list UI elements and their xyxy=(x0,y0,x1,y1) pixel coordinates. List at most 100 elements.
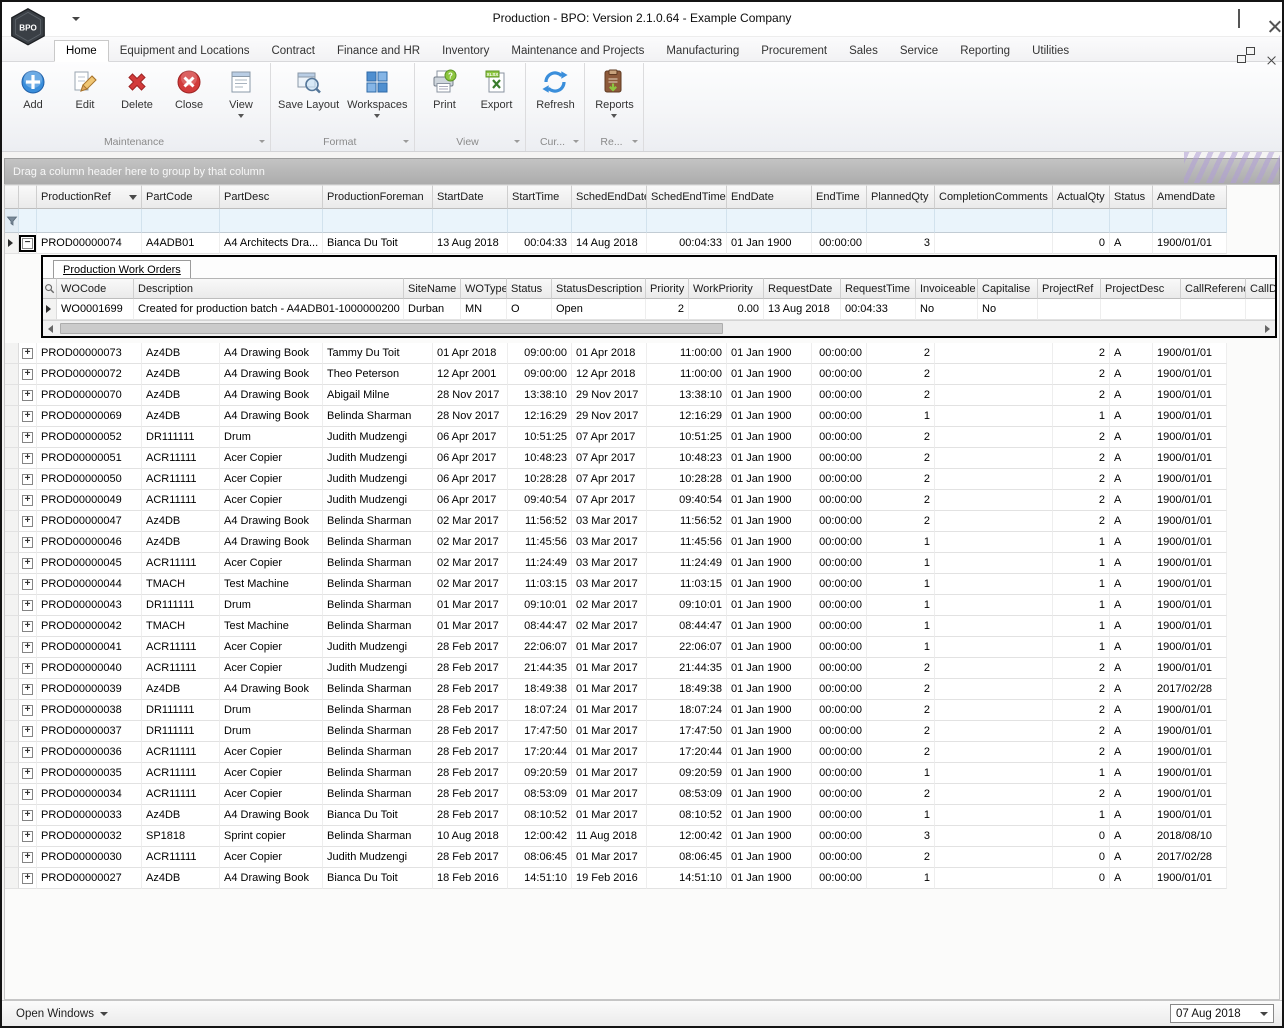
detail-column-priority[interactable]: Priority xyxy=(646,278,689,299)
grid-cell[interactable]: A4 Drawing Book xyxy=(220,532,323,553)
grid-cell[interactable]: 28 Nov 2017 xyxy=(433,406,508,427)
column-header-startdate[interactable]: StartDate xyxy=(433,185,508,209)
table-row[interactable]: +PROD00000046Az4DBA4 Drawing BookBelinda… xyxy=(5,532,1227,553)
detail-column-wocode[interactable]: WOCode xyxy=(57,278,134,299)
grid-cell[interactable]: 00:00:00 xyxy=(812,364,867,385)
column-header-amenddate[interactable]: AmendDate xyxy=(1153,185,1227,209)
grid-cell[interactable]: 00:04:33 xyxy=(508,233,572,254)
expand-row-button[interactable]: + xyxy=(22,642,33,653)
grid-cell[interactable]: Judith Mudzengi xyxy=(323,427,433,448)
grid-cell[interactable]: 08:06:45 xyxy=(508,847,572,868)
workspaces-button[interactable]: Workspaces xyxy=(343,63,411,118)
grid-cell[interactable]: 1 xyxy=(1053,553,1110,574)
grid-cell[interactable]: 1900/01/01 xyxy=(1153,385,1227,406)
column-header-partcode[interactable]: PartCode xyxy=(142,185,220,209)
tab-sales[interactable]: Sales xyxy=(838,41,889,61)
grid-cell[interactable]: PROD00000027 xyxy=(37,868,142,889)
grid-cell[interactable]: 17:47:50 xyxy=(508,721,572,742)
grid-cell[interactable]: 07 Apr 2017 xyxy=(572,448,647,469)
table-row[interactable]: +PROD00000040ACR11111Acer CopierJudith M… xyxy=(5,658,1227,679)
view-button[interactable]: View xyxy=(215,63,267,118)
expand-row-button[interactable]: + xyxy=(22,537,33,548)
grid-cell[interactable]: 00:00:00 xyxy=(812,868,867,889)
tab-inventory[interactable]: Inventory xyxy=(431,41,500,61)
grid-cell[interactable]: 1900/01/01 xyxy=(1153,700,1227,721)
grid-cell[interactable]: 2 xyxy=(1053,679,1110,700)
grid-cell[interactable]: 00:00:00 xyxy=(812,595,867,616)
grid-cell[interactable]: 11:00:00 xyxy=(647,364,727,385)
expand-row-button[interactable]: + xyxy=(22,474,33,485)
grid-cell[interactable]: 01 Jan 1900 xyxy=(727,595,812,616)
grid-cell[interactable]: 13 Aug 2018 xyxy=(433,233,508,254)
grid-cell[interactable]: 3 xyxy=(867,233,935,254)
grid-cell[interactable]: A xyxy=(1110,637,1153,658)
grid-cell[interactable]: 0 xyxy=(1053,847,1110,868)
expand-row-button[interactable]: + xyxy=(22,852,33,863)
grid-cell[interactable]: Open xyxy=(552,299,646,320)
grid-cell[interactable]: 00:00:00 xyxy=(812,233,867,254)
grid-cell[interactable]: 01 Jan 1900 xyxy=(727,490,812,511)
grid-cell[interactable]: 2 xyxy=(867,679,935,700)
grid-cell[interactable]: Acer Copier xyxy=(220,490,323,511)
detail-search-cell[interactable] xyxy=(43,278,57,299)
grid-cell[interactable]: 09:10:01 xyxy=(508,595,572,616)
grid-cell[interactable]: 2 xyxy=(867,700,935,721)
grid-cell[interactable]: PROD00000039 xyxy=(37,679,142,700)
grid-cell[interactable]: PROD00000074 xyxy=(37,233,142,254)
grid-cell[interactable]: 29 Nov 2017 xyxy=(572,385,647,406)
grid-cell[interactable]: ACR11111 xyxy=(142,784,220,805)
grid-cell[interactable]: Belinda Sharman xyxy=(323,406,433,427)
grid-cell[interactable]: A xyxy=(1110,511,1153,532)
detail-column-description[interactable]: Description xyxy=(134,278,404,299)
tab-finance-and-hr[interactable]: Finance and HR xyxy=(326,41,431,61)
grid-cell[interactable]: A xyxy=(1110,826,1153,847)
grid-cell[interactable]: 28 Feb 2017 xyxy=(433,784,508,805)
grid-cell[interactable]: 1 xyxy=(867,616,935,637)
grid-cell[interactable]: A xyxy=(1110,616,1153,637)
grid-cell[interactable]: A4ADB01 xyxy=(142,233,220,254)
grid-cell[interactable]: 00:00:00 xyxy=(812,742,867,763)
grid-cell[interactable]: 01 Jan 1900 xyxy=(727,847,812,868)
grid-cell[interactable]: 2017/02/28 xyxy=(1153,847,1227,868)
table-row[interactable]: +PROD00000051ACR11111Acer CopierJudith M… xyxy=(5,448,1227,469)
grid-cell[interactable]: 01 Mar 2017 xyxy=(572,763,647,784)
grid-cell[interactable]: 02 Mar 2017 xyxy=(433,532,508,553)
grid-cell[interactable]: 03 Mar 2017 xyxy=(572,553,647,574)
grid-cell[interactable] xyxy=(935,637,1053,658)
grid-cell[interactable]: Az4DB xyxy=(142,805,220,826)
grid-cell[interactable]: A xyxy=(1110,742,1153,763)
grid-cell[interactable]: 11:45:56 xyxy=(508,532,572,553)
grid-cell[interactable]: 1900/01/01 xyxy=(1153,469,1227,490)
grid-cell[interactable]: 00:00:00 xyxy=(812,574,867,595)
column-header-productionforeman[interactable]: ProductionForeman xyxy=(323,185,433,209)
grid-cell[interactable]: A xyxy=(1110,721,1153,742)
grid-cell[interactable] xyxy=(935,364,1053,385)
grid-cell[interactable]: 01 Mar 2017 xyxy=(572,847,647,868)
group-options-icon[interactable] xyxy=(573,140,579,143)
grid-cell[interactable]: 02 Mar 2017 xyxy=(572,595,647,616)
grid-cell[interactable]: 2 xyxy=(867,742,935,763)
grid-cell[interactable]: 08:53:09 xyxy=(508,784,572,805)
grid-cell[interactable]: A xyxy=(1110,364,1153,385)
grid-cell[interactable]: 00:04:33 xyxy=(647,233,727,254)
grid-cell[interactable]: 01 Mar 2017 xyxy=(572,637,647,658)
column-header-enddate[interactable]: EndDate xyxy=(727,185,812,209)
grid-cell[interactable]: 19 Feb 2016 xyxy=(572,868,647,889)
grid-cell[interactable]: 2 xyxy=(867,469,935,490)
grid-cell[interactable]: 01 Mar 2017 xyxy=(572,658,647,679)
filter-cell[interactable] xyxy=(142,209,220,233)
grid-cell[interactable]: A xyxy=(1110,805,1153,826)
grid-cell[interactable] xyxy=(935,511,1053,532)
table-row[interactable]: +PROD00000072Az4DBA4 Drawing BookTheo Pe… xyxy=(5,364,1227,385)
table-row[interactable]: +PROD00000034ACR11111Acer CopierBelinda … xyxy=(5,784,1227,805)
grid-cell[interactable]: ACR11111 xyxy=(142,469,220,490)
tab-service[interactable]: Service xyxy=(889,41,949,61)
grid-cell[interactable]: 01 Jan 1900 xyxy=(727,406,812,427)
expand-row-button[interactable]: + xyxy=(22,348,33,359)
grid-cell[interactable]: Az4DB xyxy=(142,868,220,889)
table-row[interactable]: +PROD00000045ACR11111Acer CopierBelinda … xyxy=(5,553,1227,574)
grid-cell[interactable]: 03 Mar 2017 xyxy=(572,532,647,553)
grid-cell[interactable]: A xyxy=(1110,553,1153,574)
grid-cell[interactable]: 10 Aug 2018 xyxy=(433,826,508,847)
tab-manufacturing[interactable]: Manufacturing xyxy=(655,41,750,61)
